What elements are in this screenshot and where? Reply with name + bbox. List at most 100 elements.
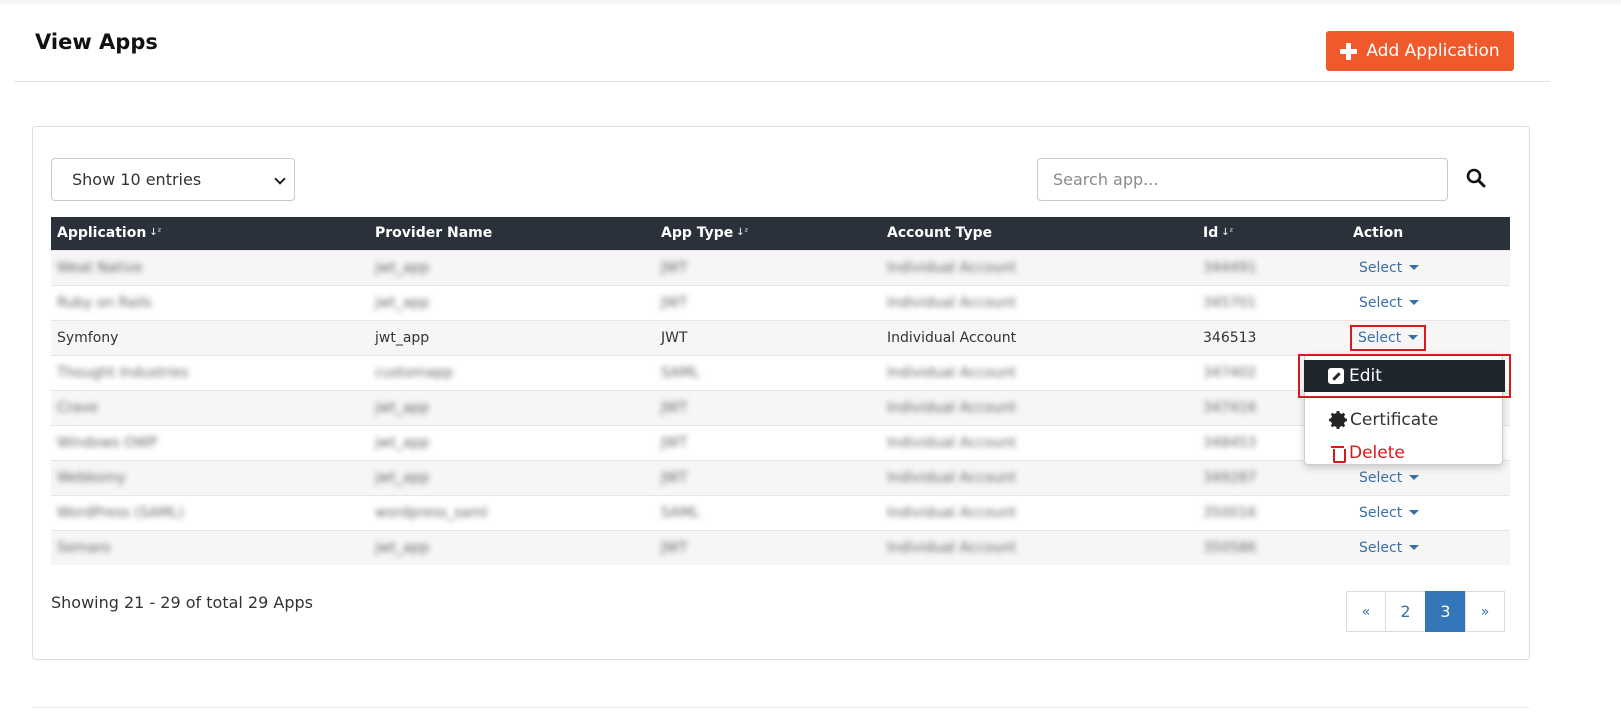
cell-text: JWT xyxy=(661,329,688,346)
cell-text: wordpress_saml xyxy=(375,504,488,521)
column-label: App Type xyxy=(661,225,734,242)
search-input[interactable] xyxy=(1037,158,1448,201)
cell-provider: customapp xyxy=(369,354,655,390)
edit-menu-item[interactable]: Edit xyxy=(1304,360,1505,392)
select-action-button[interactable]: Select xyxy=(1353,502,1425,524)
pagination-prev[interactable]: « xyxy=(1346,591,1386,632)
cell-action: Select xyxy=(1347,319,1510,355)
cell-text: 347416 xyxy=(1203,399,1257,416)
entries-select[interactable]: Show 10 entries xyxy=(51,158,295,201)
caret-down-icon xyxy=(1409,265,1420,270)
action-dropdown-menu: Edit Certificate Delete xyxy=(1298,354,1511,468)
chevron-down-icon xyxy=(274,173,286,185)
cell-text: WordPress (SAML) xyxy=(57,504,184,521)
cell-text: Semaro xyxy=(57,539,111,556)
caret-down-icon xyxy=(1408,335,1419,340)
cell-account: Individual Account xyxy=(881,249,1197,285)
column-app-type[interactable]: App Type ↓ᶻ xyxy=(655,217,881,250)
cell-text: JWT xyxy=(661,399,688,416)
cell-text: 345701 xyxy=(1203,294,1257,311)
delete-label: Delete xyxy=(1349,443,1405,463)
pagination-page-2[interactable]: 2 xyxy=(1385,591,1426,632)
select-action-button[interactable]: Select xyxy=(1353,292,1425,314)
add-application-label: Add Application xyxy=(1366,41,1500,61)
caret-down-icon xyxy=(1409,300,1420,305)
cell-application: Crave xyxy=(51,389,369,425)
table-summary: Showing 21 - 29 of total 29 Apps xyxy=(51,593,313,612)
table-header-row: Application ↓ᶻ Provider Name App Type ↓ᶻ A… xyxy=(51,217,1510,250)
select-label: Select xyxy=(1358,329,1402,346)
select-label: Select xyxy=(1359,539,1403,556)
cell-text: Individual Account xyxy=(887,259,1017,276)
cell-text: Windows OWP xyxy=(57,434,158,451)
cell-account: Individual Account xyxy=(881,389,1197,425)
cell-text: Individual Account xyxy=(887,294,1017,311)
column-account-type: Account Type xyxy=(881,217,1197,250)
column-provider: Provider Name xyxy=(369,217,655,250)
caret-down-icon xyxy=(1409,475,1420,480)
edit-icon xyxy=(1328,368,1344,384)
cell-text: Individual Account xyxy=(887,434,1017,451)
cell-id: 344491 xyxy=(1197,249,1347,285)
select-action-button[interactable]: Select xyxy=(1353,467,1425,489)
cell-type: JWT xyxy=(655,249,881,285)
column-id[interactable]: Id ↓ᶻ xyxy=(1197,217,1347,250)
cell-account: Individual Account xyxy=(881,284,1197,320)
cell-provider: wordpress_saml xyxy=(369,494,655,530)
table-row: Ruby on Rails jwt_app JWT Individual Accoun… xyxy=(51,284,1510,320)
cell-text: Individual Account xyxy=(887,469,1017,486)
cell-id: 350586 xyxy=(1197,529,1347,565)
cell-account: Individual Account xyxy=(881,424,1197,460)
cell-type: JWT xyxy=(655,389,881,425)
cell-text: JWT xyxy=(661,539,688,556)
column-application[interactable]: Application ↓ᶻ xyxy=(51,217,369,250)
cell-application: Semaro xyxy=(51,529,369,565)
select-action-button[interactable]: Select xyxy=(1353,257,1425,279)
select-label: Select xyxy=(1359,259,1403,276)
cell-type: JWT xyxy=(655,529,881,565)
cell-account: Individual Account xyxy=(881,529,1197,565)
cell-text: 350016 xyxy=(1203,504,1257,521)
cell-text: 346513 xyxy=(1203,329,1257,346)
cell-account: Individual Account xyxy=(881,494,1197,530)
table-row: Symfony jwt_app JWT Individual Account 34651… xyxy=(51,319,1510,355)
cell-text: 348453 xyxy=(1203,434,1257,451)
cell-text: Webkomy xyxy=(57,469,126,486)
cell-text: jwt_app xyxy=(375,259,430,276)
cell-text: SAML xyxy=(661,364,700,381)
cell-id: 350016 xyxy=(1197,494,1347,530)
cell-type: JWT xyxy=(655,459,881,495)
cell-text: JWT xyxy=(661,294,688,311)
cell-application: Thought Industries xyxy=(51,354,369,390)
cell-application: Windows OWP xyxy=(51,424,369,460)
add-application-button[interactable]: Add Application xyxy=(1326,31,1514,71)
select-action-button[interactable]: Select xyxy=(1350,324,1427,351)
search-icon[interactable] xyxy=(1466,168,1486,188)
cell-provider: jwt_app xyxy=(369,389,655,425)
cell-application: Symfony xyxy=(51,319,369,355)
cell-text: jwt_app xyxy=(375,399,430,416)
cell-text: 350586 xyxy=(1203,539,1257,556)
cell-text: Symfony xyxy=(57,329,119,346)
caret-down-icon xyxy=(1409,510,1420,515)
cell-account: Individual Account xyxy=(881,354,1197,390)
cell-account: Individual Account xyxy=(881,319,1197,355)
table-row: Thought Industries customapp SAML Individua… xyxy=(51,354,1510,390)
table-row: Cravejwt_appJWTIndividual Account347416S… xyxy=(51,389,1510,425)
pagination-next[interactable]: » xyxy=(1465,591,1505,632)
cell-text: jwt_app xyxy=(375,434,430,451)
cell-id: 345701 xyxy=(1197,284,1347,320)
table-row: Webkomy jwt_app JWT Individual Account 34928… xyxy=(51,459,1510,495)
certificate-menu-item[interactable]: Certificate xyxy=(1305,405,1504,435)
select-action-button[interactable]: Select xyxy=(1353,537,1425,559)
column-label: Provider Name xyxy=(375,225,493,242)
column-label: Id xyxy=(1203,225,1219,242)
cell-application: Webkomy xyxy=(51,459,369,495)
column-action: Action xyxy=(1347,217,1510,250)
entries-select-value: Show 10 entries xyxy=(72,170,202,189)
delete-menu-item[interactable]: Delete xyxy=(1305,438,1504,468)
table-row: Windows OWP jwt_app JWT Individual Account 3… xyxy=(51,424,1510,460)
pagination-page-3[interactable]: 3 xyxy=(1425,591,1466,632)
trash-icon xyxy=(1331,445,1346,463)
page-title: View Apps xyxy=(35,30,158,54)
